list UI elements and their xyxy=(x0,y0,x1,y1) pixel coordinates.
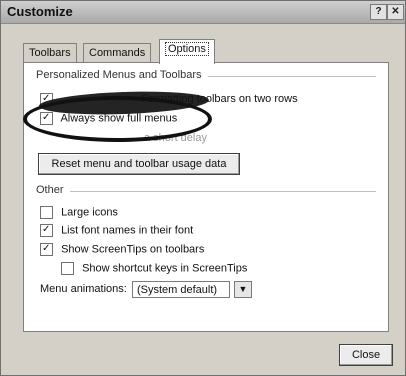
title-bar[interactable]: Customize ? ✕ xyxy=(1,1,405,24)
large-icons-row[interactable]: Large icons xyxy=(40,206,118,222)
tab-options-label: Options xyxy=(165,42,209,56)
large-icons-label: Large icons xyxy=(61,206,118,219)
list-font-names-label: List font names in their font xyxy=(61,224,194,237)
tab-commands[interactable]: Commands xyxy=(83,43,152,63)
show-shortcut-keys-row[interactable]: Show shortcut keys in ScreenTips xyxy=(61,262,247,278)
show-screentips-row[interactable]: Show ScreenTips on toolbars xyxy=(40,243,204,259)
close-window-button[interactable]: ✕ xyxy=(387,4,404,20)
other-group-label: Other xyxy=(36,184,70,196)
customize-dialog: Customize ? ✕ Toolbars Commands Options … xyxy=(0,0,406,376)
help-button[interactable]: ? xyxy=(370,4,387,20)
tab-toolbars[interactable]: Toolbars xyxy=(23,43,77,63)
show-shortcut-keys-checkbox[interactable] xyxy=(61,262,74,275)
menu-animations-label: Menu animations: xyxy=(40,283,127,295)
list-font-names-checkbox[interactable] xyxy=(40,224,53,237)
group-divider xyxy=(36,191,376,192)
list-font-names-row[interactable]: List font names in their font xyxy=(40,224,193,240)
reset-usage-data-button[interactable]: Reset menu and toolbar usage data xyxy=(38,153,240,175)
dialog-title: Customize xyxy=(7,4,73,19)
show-screentips-checkbox[interactable] xyxy=(40,243,53,256)
menu-animations-select[interactable]: (System default) xyxy=(132,281,230,298)
show-screentips-label: Show ScreenTips on toolbars xyxy=(61,243,205,256)
chevron-down-icon[interactable]: ▼ xyxy=(234,281,252,298)
show-shortcut-keys-label: Show shortcut keys in ScreenTips xyxy=(82,262,248,275)
highlight-oval xyxy=(23,96,212,142)
personalized-group-label: Personalized Menus and Toolbars xyxy=(36,69,208,81)
large-icons-checkbox[interactable] xyxy=(40,206,53,219)
tab-options[interactable]: Options xyxy=(159,39,215,64)
close-button[interactable]: Close xyxy=(339,344,393,366)
menu-animations-control: Menu animations: (System default) ▼ xyxy=(40,281,270,301)
